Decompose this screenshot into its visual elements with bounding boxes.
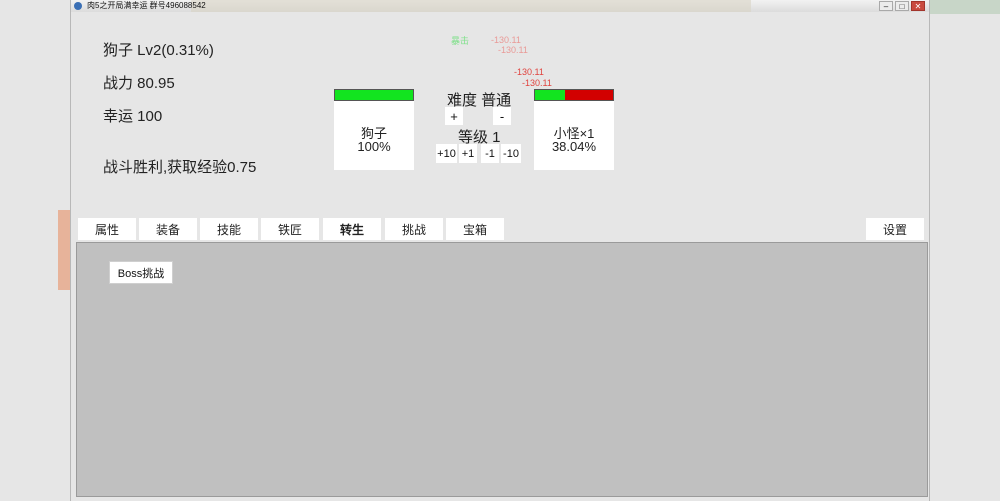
background-stripe	[930, 0, 1000, 14]
window-controls: – □ ✕	[879, 0, 925, 12]
damage-float-text: -130.11	[491, 35, 521, 45]
damage-float-text: -130.11	[498, 45, 528, 55]
enemy-hp-bar	[534, 89, 614, 101]
level-minus10-button[interactable]: -10	[501, 144, 521, 163]
difficulty-minus-button[interactable]: -	[493, 107, 511, 125]
minimize-button[interactable]: –	[879, 1, 893, 11]
boss-challenge-button[interactable]: Boss挑战	[109, 261, 173, 284]
window-title: 肉5之开局满幸运 群号496088542	[87, 1, 206, 10]
damage-float-text: -130.11	[514, 67, 544, 77]
background-stripe	[58, 210, 70, 290]
tab-blacksmith[interactable]: 铁匠	[261, 218, 319, 240]
player-power: 战力 80.95	[103, 75, 175, 92]
game-window: 肉5之开局满幸运 群号496088542 – □ ✕ 狗子 Lv2(0.31%)…	[70, 0, 930, 501]
player-hp-bar	[334, 89, 414, 101]
level-plus10-button[interactable]: +10	[436, 144, 457, 163]
title-bar-shade	[191, 0, 751, 12]
app-icon	[74, 2, 82, 10]
enemy-card: 小怪×1 38.04%	[534, 89, 614, 170]
crit-float-text: 暴击	[451, 36, 470, 46]
difficulty-plus-button[interactable]: +	[445, 107, 463, 125]
enemy-card-percent: 38.04%	[551, 139, 597, 154]
close-button[interactable]: ✕	[911, 1, 925, 11]
content-panel: Boss挑战	[76, 242, 928, 497]
title-bar[interactable]: 肉5之开局满幸运 群号496088542 – □ ✕	[71, 0, 929, 12]
tab-equipment[interactable]: 装备	[139, 218, 197, 240]
level-minus1-button[interactable]: -1	[481, 144, 499, 163]
tab-challenge[interactable]: 挑战	[385, 218, 443, 240]
player-card-percent: 100%	[357, 139, 391, 154]
player-luck: 幸运 100	[103, 108, 163, 125]
player-name-level: 狗子 Lv2(0.31%)	[103, 42, 214, 59]
damage-float-text: -130.11	[522, 78, 552, 88]
tab-skills[interactable]: 技能	[200, 218, 258, 240]
settings-button[interactable]: 设置	[866, 218, 924, 240]
maximize-button[interactable]: □	[895, 1, 909, 11]
enemy-hp-fill	[535, 90, 565, 100]
battle-message: 战斗胜利,获取经验0.75	[103, 159, 257, 176]
tab-attributes[interactable]: 属性	[78, 218, 136, 240]
level-plus1-button[interactable]: +1	[459, 144, 477, 163]
player-card: 狗子 100%	[334, 89, 414, 170]
desktop-background-left	[0, 0, 70, 501]
desktop-background-right	[930, 0, 1000, 501]
tab-treasure[interactable]: 宝箱	[446, 218, 504, 240]
player-hp-fill	[335, 90, 413, 100]
tab-rebirth[interactable]: 转生	[323, 218, 381, 240]
